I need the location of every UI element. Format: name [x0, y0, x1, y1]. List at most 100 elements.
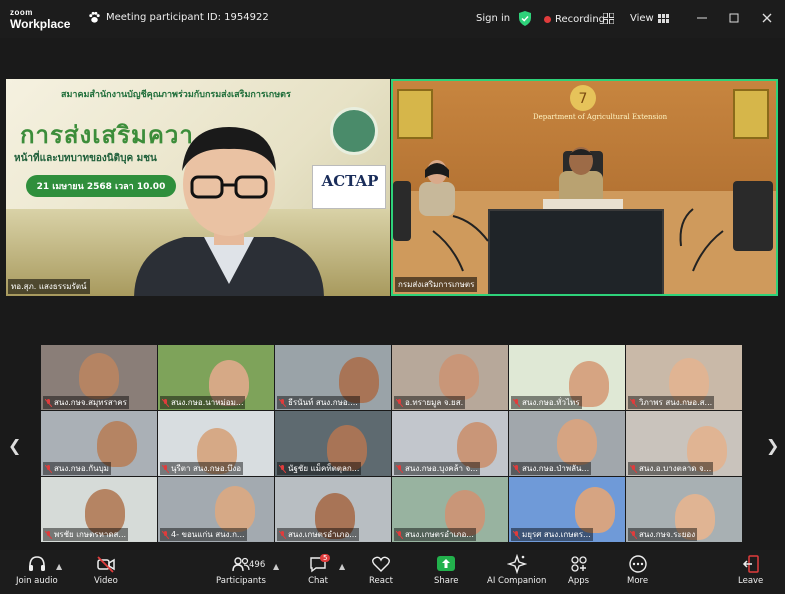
- video-tile-active-speaker[interactable]: 7 Department of Agricultural Extension ก…: [391, 79, 778, 296]
- participant-name: สนง.กษจ.ระยอง: [639, 530, 696, 539]
- department-seal-icon: [330, 107, 378, 155]
- audio-options-icon[interactable]: ▲: [56, 562, 62, 571]
- presenter-video: [134, 127, 324, 296]
- participant-name: วิภาพร สนง.กษอ.ส...: [639, 398, 713, 407]
- gallery-tile[interactable]: วิภาพร สนง.กษอ.ส...: [626, 345, 742, 410]
- meeting-stage: สมาคมสำนักงานบัญชีคุณภาพร่วมกับกรมส่งเสร…: [0, 38, 785, 550]
- mic-muted-icon: [279, 530, 286, 539]
- shield-icon[interactable]: [518, 11, 532, 26]
- join-audio-button[interactable]: Join audio: [16, 554, 58, 586]
- mic-muted-icon: [513, 530, 520, 539]
- gallery-tile[interactable]: สนง.อ.บางตลาด จ...: [626, 411, 742, 476]
- participant-name-tag: พรชัย เกษตรหาดส...: [43, 528, 129, 541]
- participant-name-tag: อ.ทรายมูล จ.ยส.: [394, 396, 466, 409]
- mic-muted-icon: [630, 398, 637, 407]
- participant-name: สนง.เกษตรอำเภอ...: [405, 530, 474, 539]
- gallery-tile[interactable]: สนง.กษอ.ทั่วไทร: [509, 345, 625, 410]
- apps-icon: [570, 556, 587, 572]
- more-button[interactable]: More: [627, 554, 648, 586]
- slide-header: สมาคมสำนักงานบัญชีคุณภาพร่วมกับกรมส่งเสร…: [61, 90, 291, 100]
- close-icon[interactable]: [760, 11, 774, 25]
- react-button[interactable]: React: [369, 554, 393, 586]
- title-bar: zoom Workplace Meeting participant ID: 1…: [0, 0, 785, 38]
- gallery-tile[interactable]: มยุรศ สนง.เกษตร...: [509, 477, 625, 542]
- mic-muted-icon: [279, 464, 286, 473]
- participant-name-tag: ธีรนันท์ สนง.กษอ....: [277, 396, 360, 409]
- gallery-tile[interactable]: สนง.กษอ.นาหม่อม...: [158, 345, 274, 410]
- microphones: [432, 199, 724, 272]
- share-screen-icon: [437, 556, 456, 571]
- apps-button[interactable]: Apps: [568, 554, 589, 586]
- participant-name-tag: สนง.กษอ.ทั่วไทร: [511, 396, 582, 409]
- leave-icon: [742, 555, 759, 573]
- gallery-next-icon[interactable]: ❯: [766, 436, 779, 455]
- gallery-tile[interactable]: พรชัย เกษตรหาดส...: [41, 477, 157, 542]
- ai-companion-label: AI Companion: [487, 576, 547, 586]
- logo-line2: Workplace: [10, 17, 71, 31]
- meeting-id-label: Meeting participant ID: 1954922: [106, 12, 269, 23]
- chat-options-icon[interactable]: ▲: [339, 562, 345, 571]
- sign-in-button[interactable]: Sign in: [476, 13, 510, 24]
- apps-label: Apps: [568, 576, 590, 586]
- gallery-tile[interactable]: สนง.เกษตรอำเภอ...: [275, 477, 391, 542]
- gallery-tile[interactable]: สนง.กษจ.สมุทรสาคร: [41, 345, 157, 410]
- participants-button[interactable]: Participants: [216, 554, 266, 586]
- gallery-tile[interactable]: 4- ขอนแก่น สนง.ก...: [158, 477, 274, 542]
- participant-video: [575, 487, 615, 533]
- video-button[interactable]: Video: [94, 554, 118, 586]
- participant-name-tag: สนง.เกษตรอำเภอ...: [394, 528, 476, 541]
- sparkle-icon: [506, 554, 527, 574]
- participant-name: สนง.กษจ.สมุทรสาคร: [54, 398, 127, 407]
- gallery-tile[interactable]: นัฐชัย แม็คท็ตตุลก...: [275, 411, 391, 476]
- participant-name-tag: สนง.กษอ.บุงคล้า จ...: [394, 462, 480, 475]
- participants-label: Participants: [216, 576, 266, 586]
- gallery-tile[interactable]: ธีรนันท์ สนง.กษอ....: [275, 345, 391, 410]
- react-label: React: [369, 576, 393, 586]
- minimize-icon[interactable]: [695, 11, 709, 25]
- video-label: Video: [94, 576, 118, 586]
- participant-name-tag: มยุรศ สนง.เกษตร...: [511, 528, 593, 541]
- zoom-logo: zoom Workplace: [10, 9, 71, 31]
- gallery-tile[interactable]: สนง.กษอ.ป่าพลัน...: [509, 411, 625, 476]
- participants-options-icon[interactable]: ▲: [273, 562, 279, 571]
- share-label: Share: [434, 576, 459, 586]
- participant-name: สนง.กษอ.กันบุม: [54, 464, 109, 473]
- leave-button[interactable]: Leave: [738, 554, 763, 586]
- ai-companion-button[interactable]: AI Companion: [487, 554, 546, 586]
- view-button[interactable]: View: [630, 13, 669, 24]
- record-dot-icon: [544, 16, 551, 23]
- mic-muted-icon: [45, 464, 52, 473]
- participant-name: นัฐชัย แม็คท็ตตุลก...: [288, 464, 360, 473]
- layout-grid-icon[interactable]: [603, 13, 614, 24]
- participant-video: [79, 353, 119, 399]
- participant-video: [439, 354, 479, 400]
- chat-label: Chat: [308, 576, 328, 586]
- gallery-tile[interactable]: นุรีตา สนง.กษอ.บึงอ: [158, 411, 274, 476]
- participant-name: นุรีตา สนง.กษอ.บึงอ: [171, 464, 242, 473]
- gallery-tile[interactable]: สนง.กษอ.กันบุม: [41, 411, 157, 476]
- participant-name: สนง.กษอ.บุงคล้า จ...: [405, 464, 478, 473]
- participant-name-tag: สนง.อ.บางตลาด จ...: [628, 462, 714, 475]
- participant-video: [97, 421, 137, 467]
- participant-name-tag: สนง.กษอ.กันบุม: [43, 462, 111, 475]
- view-label: View: [630, 13, 654, 24]
- maximize-icon[interactable]: [727, 11, 741, 25]
- participant-name: 4- ขอนแก่น สนง.ก...: [171, 530, 245, 539]
- recording-indicator[interactable]: Recording: [544, 14, 605, 25]
- participant-name: อ.ทรายมูล จ.ยส.: [405, 398, 464, 407]
- gallery-prev-icon[interactable]: ❮: [8, 436, 21, 455]
- gallery-tile[interactable]: อ.ทรายมูล จ.ยส.: [392, 345, 508, 410]
- view-grid-icon: [657, 14, 669, 23]
- mic-muted-icon: [162, 464, 169, 473]
- participant-name-tag: สนง.กษอ.ป่าพลัน...: [511, 462, 592, 475]
- mic-muted-icon: [630, 464, 637, 473]
- video-tile-presenter[interactable]: สมาคมสำนักงานบัญชีคุณภาพร่วมกับกรมส่งเสร…: [6, 79, 390, 296]
- gallery-tile[interactable]: สนง.กษอ.บุงคล้า จ...: [392, 411, 508, 476]
- gallery-tile[interactable]: สนง.กษจ.ระยอง: [626, 477, 742, 542]
- mic-muted-icon: [396, 464, 403, 473]
- share-button[interactable]: Share: [434, 554, 459, 586]
- mic-muted-icon: [396, 398, 403, 407]
- meeting-info[interactable]: Meeting participant ID: 1954922: [88, 11, 269, 24]
- paw-icon: [89, 11, 100, 23]
- gallery-tile[interactable]: สนง.เกษตรอำเภอ...: [392, 477, 508, 542]
